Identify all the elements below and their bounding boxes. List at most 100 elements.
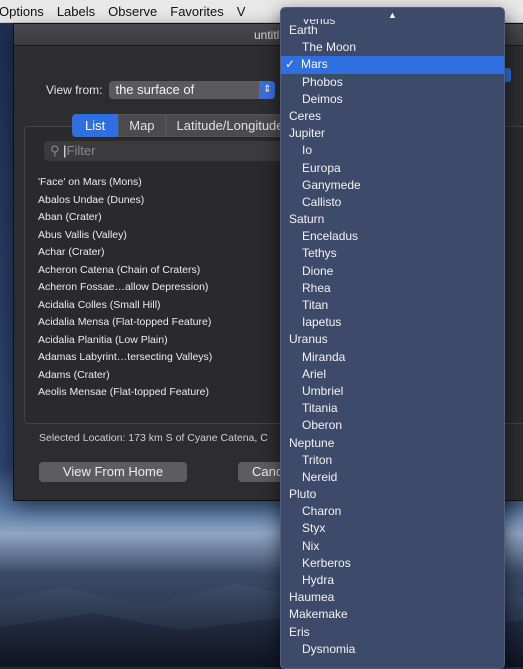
menu-item-ariel[interactable]: Ariel <box>281 366 504 383</box>
menu-item-phobos[interactable]: Phobos <box>281 74 504 91</box>
list-item[interactable]: Acidalia Mensa (Flat-topped Feature) <box>38 314 212 332</box>
menu-item-triton[interactable]: Triton <box>281 452 504 469</box>
menu-item-label: Pluto <box>289 487 317 502</box>
menu-item-uranus[interactable]: Uranus <box>281 331 504 348</box>
menu-item-label: Enceladus <box>302 229 359 244</box>
menu-item-label: The Moon <box>302 40 357 55</box>
view-from-home-button[interactable]: View From Home <box>39 462 187 482</box>
tab-latitude-longitude[interactable]: Latitude/Longitude <box>165 114 295 137</box>
menu-item-dysnomia[interactable]: Dysnomia <box>281 641 504 658</box>
menu-item-label: Eris <box>289 624 310 639</box>
menu-item-label: Europa <box>302 160 341 175</box>
menu-item-mars[interactable]: ✓ Mars <box>281 56 504 74</box>
menu-labels[interactable]: Labels <box>57 4 95 19</box>
selected-location-text: Selected Location: 173 km S of Cyane Cat… <box>39 432 268 444</box>
menu-item-label: Ganymede <box>302 177 361 192</box>
menu-item-label: Charon <box>302 504 342 519</box>
menu-item-titania[interactable]: Titania <box>281 400 504 417</box>
menu-item-charon[interactable]: Charon <box>281 503 504 520</box>
menu-item-label: Nix <box>302 538 320 553</box>
menu-item-saturn[interactable]: Saturn <box>281 211 504 228</box>
menu-item-label: Phobos <box>302 74 343 89</box>
menu-item-dione[interactable]: Dione <box>281 263 504 280</box>
menu-favorites[interactable]: Favorites <box>170 4 223 19</box>
chevron-updown-icon: ⇕ <box>259 81 276 99</box>
list-item[interactable]: 'Face' on Mars (Mons) <box>38 174 212 192</box>
list-item[interactable]: Abalos Undae (Dunes) <box>38 192 212 210</box>
menu-item-nix[interactable]: Nix <box>281 538 504 555</box>
menu-item-label: Saturn <box>289 212 325 227</box>
menu-item-tethys[interactable]: Tethys <box>281 245 504 262</box>
menu-item-label: Kerberos <box>302 555 351 570</box>
menu-item-callisto[interactable]: Callisto <box>281 194 504 211</box>
checkmark-icon: ✓ <box>285 57 296 72</box>
list-item[interactable]: Aban (Crater) <box>38 209 212 227</box>
menu-item-label: Ariel <box>302 366 327 381</box>
menu-item-earth[interactable]: Earth <box>281 22 504 39</box>
select-arrow-edge <box>505 68 511 82</box>
menu-item-pluto[interactable]: Pluto <box>281 486 504 503</box>
view-from-select[interactable]: the surface of ⇕ <box>109 81 276 99</box>
menu-item-label: Miranda <box>302 349 346 364</box>
menu-item-miranda[interactable]: Miranda <box>281 349 504 366</box>
menu-item-nereid[interactable]: Nereid <box>281 469 504 486</box>
menu-item-jupiter[interactable]: Jupiter <box>281 125 504 142</box>
menu-item-label: Haumea <box>289 590 335 605</box>
menu-item-label: Styx <box>302 521 326 536</box>
menu-item-label: Neptune <box>289 435 335 450</box>
menu-item-ceres[interactable]: Ceres <box>281 108 504 125</box>
filter-input[interactable]: ⚲ |Filter <box>44 141 292 161</box>
menu-item-deimos[interactable]: Deimos <box>281 91 504 108</box>
menu-item-label: Iapetus <box>302 315 342 330</box>
list-item[interactable]: Adams (Crater) <box>38 367 212 385</box>
menu-item-label: Uranus <box>289 332 328 347</box>
list-item[interactable]: Acheron Catena (Chain of Craters) <box>38 262 212 280</box>
list-item[interactable]: Aeolis Mensae (Flat-topped Feature) <box>38 384 212 402</box>
menu-item-oberon[interactable]: Oberon <box>281 417 504 434</box>
menu-item-label: Tethys <box>302 246 337 261</box>
menu-item-label: Deimos <box>302 91 343 106</box>
menu-item-makemake[interactable]: Makemake <box>281 606 504 623</box>
tab-map[interactable]: Map <box>118 114 166 137</box>
menu-item-ganymede[interactable]: Ganymede <box>281 177 504 194</box>
menu-item-label: Jupiter <box>289 126 326 141</box>
menu-view[interactable]: V <box>237 4 246 19</box>
menu-item-hydra[interactable]: Hydra <box>281 572 504 589</box>
menu-item-umbriel[interactable]: Umbriel <box>281 383 504 400</box>
menu-item-eris[interactable]: Eris <box>281 624 504 641</box>
menu-observe[interactable]: Observe <box>108 4 157 19</box>
menu-item-label: Ceres <box>289 108 322 123</box>
tab-list[interactable]: List <box>72 114 119 137</box>
menu-item-europa[interactable]: Europa <box>281 160 504 177</box>
body-popup-menu[interactable]: ▲ Venus EarthThe Moon✓MarsPhobosDeimosCe… <box>280 7 505 669</box>
menu-item-label: Callisto <box>302 194 342 209</box>
list-item[interactable]: Achar (Crater) <box>38 244 212 262</box>
search-icon: ⚲ <box>50 143 60 158</box>
menu-item-label: Makemake <box>289 607 348 622</box>
menu-item-label: Hydra <box>302 573 335 587</box>
list-item[interactable]: Acheron Fossae…allow Depression) <box>38 279 212 297</box>
menu-item-rhea[interactable]: Rhea <box>281 280 504 297</box>
menu-item-io[interactable]: Io <box>281 142 504 159</box>
menu-item-haumea[interactable]: Haumea <box>281 589 504 606</box>
menu-item-label: Titan <box>302 298 329 312</box>
menu-item-the-moon[interactable]: The Moon <box>281 39 504 56</box>
menu-item-titan[interactable]: Titan <box>281 297 504 314</box>
list-item[interactable]: Adamas Labyrint…tersecting Valleys) <box>38 349 212 367</box>
menu-item-label: Nereid <box>302 469 338 484</box>
menu-item-kerberos[interactable]: Kerberos <box>281 555 504 572</box>
menu-item-label: Earth <box>289 23 318 37</box>
menu-item-label: Triton <box>302 452 333 467</box>
menu-item-iapetus[interactable]: Iapetus <box>281 314 504 331</box>
menu-item-label: Rhea <box>302 280 331 295</box>
view-from-label: View from: <box>46 83 103 97</box>
menu-item-enceladus[interactable]: Enceladus <box>281 228 504 245</box>
menu-item-neptune[interactable]: Neptune <box>281 435 504 452</box>
location-list: 'Face' on Mars (Mons) Abalos Undae (Dune… <box>38 174 212 402</box>
list-item[interactable]: Abus Vallis (Valley) <box>38 227 212 245</box>
menu-items-list: Earth The Moon ✓ Mars Phobos Deimos Ceres Jupit… <box>281 22 504 658</box>
list-item[interactable]: Acidalia Planitia (Low Plain) <box>38 332 212 350</box>
menu-item-styx[interactable]: Styx <box>281 520 504 537</box>
menu-options[interactable]: Options <box>0 4 44 19</box>
list-item[interactable]: Acidalia Colles (Small Hill) <box>38 297 212 315</box>
